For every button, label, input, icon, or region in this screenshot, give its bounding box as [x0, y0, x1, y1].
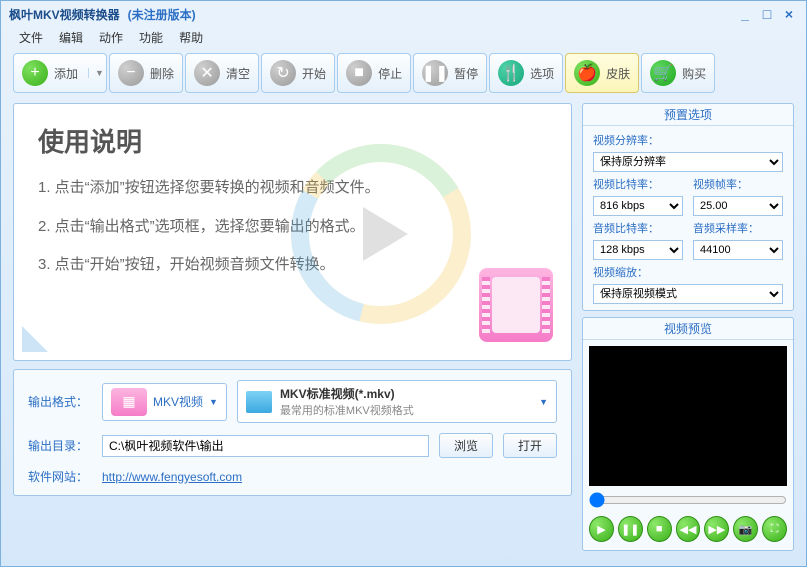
instructions-panel: 使用说明 1. 点击“添加”按钮选择您要转换的视频和音频文件。 2. 点击“输出…	[13, 103, 572, 361]
fullscreen-button[interactable]: ⛶	[762, 516, 787, 542]
open-button[interactable]: 打开	[503, 433, 557, 458]
start-button[interactable]: ↻ 开始	[261, 53, 335, 93]
pause-button[interactable]: ❚❚ 暂停	[413, 53, 487, 93]
minus-icon: −	[118, 60, 144, 86]
unregistered-label: (未注册版本)	[128, 6, 196, 23]
cart-icon: 🛒	[650, 60, 676, 86]
site-label: 软件网站：	[28, 468, 92, 485]
start-icon: ↻	[270, 60, 296, 86]
format-description[interactable]: MKV标准视频(*.mkv) 最常用的标准MKV视频格式 ▼	[237, 380, 557, 423]
preset-title: 预置选项	[583, 104, 793, 126]
skin-button[interactable]: 🍎 皮肤	[565, 53, 639, 93]
chevron-down-icon[interactable]: ▼	[88, 68, 98, 78]
clear-icon: ✕	[194, 60, 220, 86]
menu-help[interactable]: 帮助	[171, 27, 211, 49]
pause-preview-button[interactable]: ❚❚	[618, 516, 643, 542]
menu-action[interactable]: 动作	[91, 27, 131, 49]
chevron-down-icon: ▼	[209, 397, 218, 407]
zoom-select[interactable]: 保持原视频模式	[593, 284, 783, 304]
next-button[interactable]: ▶▶	[704, 516, 729, 542]
output-dir-label: 输出目录：	[28, 437, 92, 454]
minimize-button[interactable]: _	[736, 7, 754, 21]
preview-title: 视频预览	[583, 318, 793, 340]
site-link[interactable]: http://www.fengyesoft.com	[102, 470, 242, 484]
menu-edit[interactable]: 编辑	[51, 27, 91, 49]
stop-button[interactable]: ■ 停止	[337, 53, 411, 93]
apple-icon: 🍎	[574, 60, 600, 86]
stop-preview-button[interactable]: ■	[647, 516, 672, 542]
clear-button[interactable]: ✕ 清空	[185, 53, 259, 93]
stop-icon: ■	[346, 60, 372, 86]
audio-bitrate-label: 音频比特率：	[593, 220, 683, 236]
format-icon: ▦	[111, 388, 147, 416]
audio-bitrate-select[interactable]: 128 kbps	[593, 240, 683, 260]
chevron-down-icon: ▼	[539, 397, 548, 407]
titlebar: 枫叶MKV视频转换器 (未注册版本) _ □ ×	[1, 1, 806, 27]
resolution-select[interactable]: 保持原分辨率	[593, 152, 783, 172]
folder-icon	[246, 391, 272, 413]
corner-decoration	[22, 326, 48, 352]
video-fps-label: 视频帧率：	[693, 176, 783, 192]
film-icon	[479, 268, 553, 342]
output-format-select[interactable]: ▦ MKV视频 ▼	[102, 383, 227, 421]
options-icon: 🍴	[498, 60, 524, 86]
preview-panel: 视频预览 ▶ ❚❚ ■ ◀◀ ▶▶ 📷 ⛶	[582, 317, 794, 551]
snapshot-button[interactable]: 📷	[733, 516, 758, 542]
menu-function[interactable]: 功能	[131, 27, 171, 49]
pause-icon: ❚❚	[422, 60, 448, 86]
options-button[interactable]: 🍴 选项	[489, 53, 563, 93]
play-button[interactable]: ▶	[589, 516, 614, 542]
maximize-button[interactable]: □	[758, 7, 776, 21]
menu-file[interactable]: 文件	[11, 27, 51, 49]
zoom-label: 视频缩放：	[593, 267, 648, 279]
resolution-label: 视频分辨率：	[593, 135, 659, 147]
audio-samplerate-label: 音频采样率：	[693, 220, 783, 236]
app-title: 枫叶MKV视频转换器	[9, 6, 120, 23]
output-panel: 输出格式： ▦ MKV视频 ▼ MKV标准视频(*.mkv) 最常用的标准MKV…	[13, 369, 572, 496]
buy-button[interactable]: 🛒 购买	[641, 53, 715, 93]
app-window: 枫叶MKV视频转换器 (未注册版本) _ □ × 文件 编辑 动作 功能 帮助 …	[0, 0, 807, 567]
delete-button[interactable]: − 删除	[109, 53, 183, 93]
video-fps-select[interactable]: 25.00	[693, 196, 783, 216]
close-button[interactable]: ×	[780, 7, 798, 21]
preview-screen	[589, 346, 787, 486]
add-button[interactable]: + 添加 ▼	[13, 53, 107, 93]
output-format-label: 输出格式：	[28, 393, 92, 410]
output-dir-input[interactable]	[102, 435, 429, 457]
prev-button[interactable]: ◀◀	[676, 516, 701, 542]
menubar: 文件 编辑 动作 功能 帮助	[1, 27, 806, 49]
video-bitrate-label: 视频比特率：	[593, 176, 683, 192]
toolbar: + 添加 ▼ − 删除 ✕ 清空 ↻ 开始 ■ 停止 ❚❚ 暂停 🍴 选项 �	[1, 49, 806, 97]
plus-icon: +	[22, 60, 48, 86]
browse-button[interactable]: 浏览	[439, 433, 493, 458]
video-bitrate-select[interactable]: 816 kbps	[593, 196, 683, 216]
logo-watermark-icon	[291, 144, 471, 324]
preview-slider[interactable]	[589, 492, 787, 508]
audio-samplerate-select[interactable]: 44100	[693, 240, 783, 260]
preset-panel: 预置选项 视频分辨率： 保持原分辨率 视频比特率： 视频帧率： 816 kbps…	[582, 103, 794, 311]
